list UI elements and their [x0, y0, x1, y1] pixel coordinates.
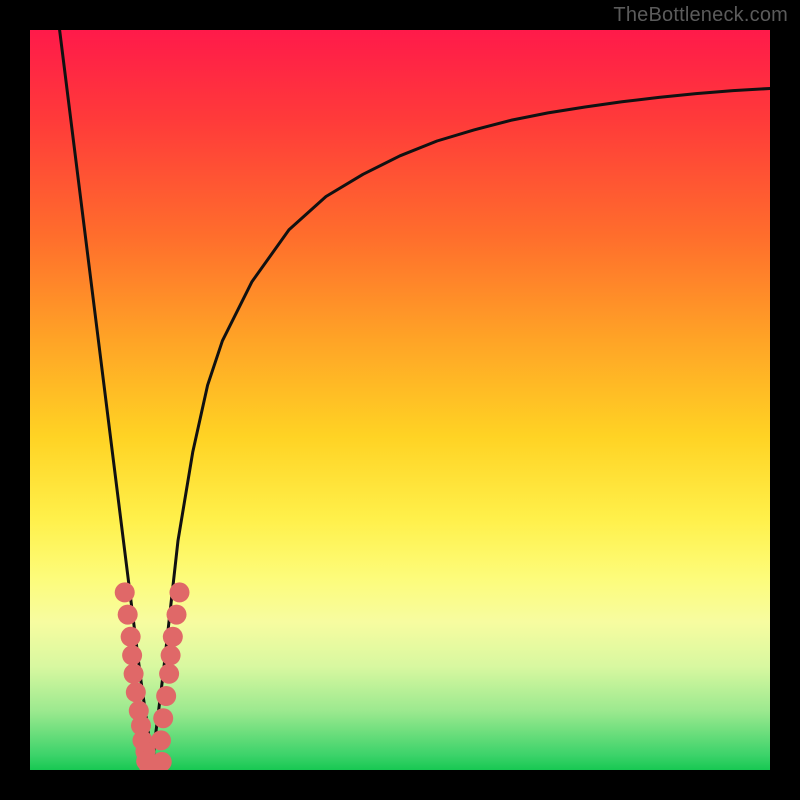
data-point [159, 664, 179, 684]
data-point [122, 645, 142, 665]
data-point [153, 708, 173, 728]
plot-gradient-area [30, 30, 770, 770]
data-point [161, 645, 181, 665]
data-point [126, 682, 146, 702]
data-point [118, 605, 138, 625]
watermark-text: TheBottleneck.com [613, 4, 788, 27]
data-point [167, 605, 187, 625]
black-frame: TheBottleneck.com [0, 0, 800, 800]
data-point [156, 686, 176, 706]
curve-svg [30, 30, 770, 770]
data-point [169, 582, 189, 602]
data-point [121, 627, 141, 647]
data-point [124, 664, 144, 684]
data-point [163, 627, 183, 647]
data-point [115, 582, 135, 602]
data-point [151, 730, 171, 750]
